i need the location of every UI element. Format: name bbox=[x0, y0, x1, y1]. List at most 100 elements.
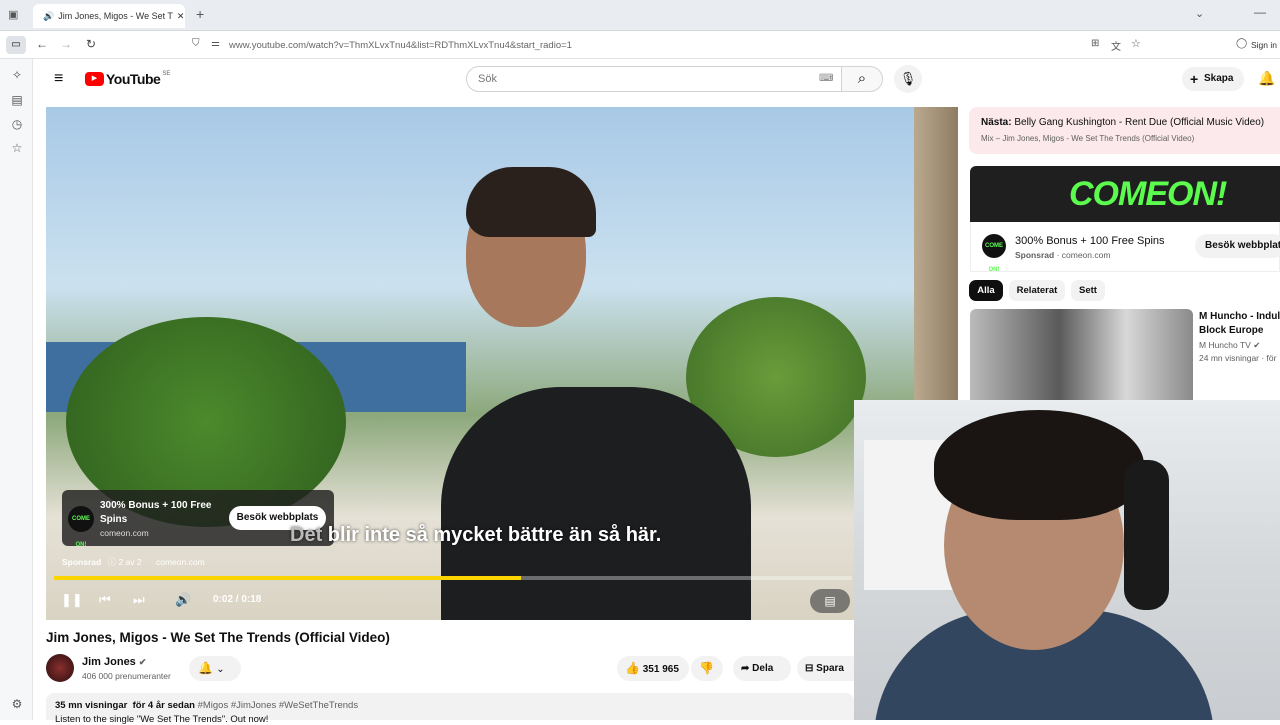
copilot-icon[interactable]: ✧ bbox=[9, 67, 25, 83]
sponsor-domain[interactable]: comeon.com bbox=[156, 557, 205, 567]
chip-watched[interactable]: Sett bbox=[1071, 280, 1105, 301]
side-ad-title[interactable]: 300% Bonus + 100 Free Spins bbox=[1015, 235, 1165, 247]
side-ad-logo-icon: COME ON! bbox=[982, 234, 1006, 273]
next-icon[interactable]: ⏭ bbox=[133, 592, 145, 608]
like-count: 351 965 bbox=[642, 664, 679, 675]
related-video-channel[interactable]: M Huncho TV ✔ bbox=[1199, 340, 1260, 351]
menu-hamburger-icon[interactable]: ≡ bbox=[54, 70, 63, 88]
new-tab-icon[interactable]: + bbox=[196, 6, 204, 22]
up-next-label: Nästa: bbox=[981, 117, 1012, 128]
webcam-person-hair bbox=[934, 410, 1144, 520]
settings-gear-icon[interactable]: ⚙ bbox=[9, 696, 25, 712]
share-button[interactable]: ➦ Dela bbox=[733, 656, 791, 681]
site-settings-icon[interactable]: ⚌ bbox=[211, 38, 220, 49]
related-verified-icon: ✔ bbox=[1253, 340, 1261, 350]
side-visit-site-button[interactable]: Besök webbplats bbox=[1195, 234, 1280, 258]
bookmark-star-icon[interactable]: ☆ bbox=[1131, 37, 1141, 50]
notifications-bell-icon[interactable]: 🔔 bbox=[1258, 70, 1275, 87]
youtube-wordmark: YouTube bbox=[106, 71, 161, 87]
related-video-title-1[interactable]: M Huncho - Indulg bbox=[1199, 310, 1280, 324]
url-field[interactable]: www.youtube.com/watch?v=ThmXLvxTnu4&list… bbox=[229, 40, 572, 51]
create-button[interactable]: + Skapa bbox=[1182, 67, 1244, 91]
youtube-logo[interactable]: ▶ YouTube SE bbox=[85, 71, 170, 87]
related-channel-name: M Huncho TV bbox=[1199, 340, 1251, 350]
related-video-title-2[interactable]: Block Europe bbox=[1199, 324, 1280, 338]
history-icon[interactable]: ◷ bbox=[9, 116, 25, 132]
volume-icon[interactable]: 🔊 bbox=[175, 592, 191, 608]
side-ad-sponsored: Sponsrad bbox=[1015, 250, 1055, 260]
favorites-icon[interactable]: ☆ bbox=[9, 140, 25, 156]
browser-sidebar: ✧ ▤ ◷ ☆ ⚙ bbox=[0, 59, 33, 720]
up-next-title[interactable]: Nästa: Belly Gang Kushington - Rent Due … bbox=[981, 117, 1264, 128]
youtube-play-icon: ▶ bbox=[85, 72, 104, 86]
reload-icon[interactable]: ↻ bbox=[86, 37, 96, 51]
search-button[interactable]: ⌕ bbox=[841, 66, 883, 92]
caption-dim-word: Det bbox=[290, 524, 323, 546]
chip-related[interactable]: Relaterat bbox=[1009, 280, 1065, 301]
subscriber-count: 406 000 prenumeranter bbox=[82, 671, 171, 681]
progress-bar[interactable] bbox=[54, 576, 852, 580]
translate-icon[interactable]: 文 bbox=[1111, 38, 1121, 53]
sidebar-toggle-icon[interactable]: ▭ bbox=[6, 36, 26, 54]
like-button[interactable]: 👍 351 965 bbox=[617, 656, 689, 681]
info-icon[interactable]: ⓘ bbox=[108, 557, 117, 567]
side-ad-domain: comeon.com bbox=[1061, 250, 1111, 260]
speaker-icon[interactable]: 🔊 bbox=[43, 11, 54, 22]
microphone-icon: 🎙 bbox=[899, 71, 917, 86]
up-next-card[interactable] bbox=[969, 107, 1280, 154]
search-icon: ⌕ bbox=[857, 70, 867, 87]
dislike-button[interactable]: 👎 bbox=[691, 656, 723, 681]
video-scene-person-hair bbox=[466, 167, 596, 237]
comeon-logo-icon: COME ON! bbox=[68, 506, 94, 548]
browser-tab[interactable]: 🔊 Jim Jones, Migos - We Set T ✕ bbox=[33, 4, 185, 28]
related-video-thumbnail[interactable] bbox=[970, 309, 1193, 400]
up-next-mix: Mix – Jim Jones, Migos - We Set The Tren… bbox=[981, 134, 1195, 143]
create-label: Skapa bbox=[1204, 73, 1234, 84]
install-app-icon[interactable]: ⊞ bbox=[1091, 38, 1099, 49]
browser-tabbar: ▣ 🔊 Jim Jones, Migos - We Set T ✕ + ⌄ — bbox=[0, 0, 1280, 31]
chevron-down-icon: ⌄ bbox=[216, 664, 225, 675]
up-next-video-title: Belly Gang Kushington - Rent Due (Offici… bbox=[1014, 117, 1265, 128]
ad-title[interactable]: 300% Bonus + 100 Free Spins bbox=[100, 499, 225, 527]
close-tab-icon[interactable]: ✕ bbox=[177, 11, 185, 22]
ad-counter: 2 av 2 bbox=[118, 557, 142, 567]
channel-name[interactable]: Jim Jones ✔ bbox=[82, 656, 146, 668]
related-video-meta: 24 mn visningar · för bbox=[1199, 353, 1277, 363]
channel-name-text: Jim Jones bbox=[82, 656, 136, 668]
description-box[interactable]: 35 mn visningar för 4 år sedan #Migos #J… bbox=[46, 693, 854, 725]
account-icon[interactable]: ◯ bbox=[1236, 38, 1247, 49]
ad-domain: comeon.com bbox=[100, 528, 149, 538]
thumbs-down-icon: 👎 bbox=[699, 661, 714, 675]
plus-icon: + bbox=[1190, 71, 1199, 87]
save-label: Spara bbox=[816, 663, 844, 674]
pause-icon[interactable]: ❚❚ bbox=[61, 592, 83, 608]
previous-icon[interactable]: ⏮ bbox=[99, 592, 111, 608]
channel-avatar[interactable] bbox=[46, 654, 74, 682]
save-button[interactable]: ⊟ Spara bbox=[797, 656, 854, 681]
keyboard-icon[interactable]: ⌨ bbox=[819, 73, 833, 84]
minimize-icon[interactable]: — bbox=[1254, 5, 1266, 19]
subtitles-button[interactable]: ▤ bbox=[810, 589, 850, 613]
forward-icon[interactable]: → bbox=[60, 37, 72, 51]
webcam-overlay bbox=[854, 400, 1280, 720]
share-icon: ➦ bbox=[741, 663, 750, 674]
tab-overview-icon[interactable]: ▣ bbox=[8, 8, 18, 21]
thumbs-up-icon: 👍 bbox=[625, 661, 640, 675]
sponsored-label: Sponsrad bbox=[62, 557, 102, 567]
shield-icon[interactable]: ⛉ bbox=[192, 38, 200, 49]
search-input[interactable]: Sök bbox=[466, 66, 842, 92]
view-count: 35 mn visningar bbox=[55, 700, 128, 711]
banner-brand-text: COMEON! bbox=[1069, 175, 1227, 213]
hashtags[interactable]: #Migos #JimJones #WeSetTheTrends bbox=[198, 700, 359, 711]
time-display: 0:02 / 0:18 bbox=[213, 594, 262, 605]
subscription-bell-button[interactable]: 🔔 ⌄ bbox=[189, 656, 241, 681]
voice-search-button[interactable]: 🎙 bbox=[894, 65, 922, 93]
chip-all[interactable]: Alla bbox=[969, 280, 1003, 301]
verified-icon: ✔ bbox=[138, 657, 147, 667]
sign-in-link[interactable]: Sign in bbox=[1251, 40, 1277, 50]
share-label: Dela bbox=[752, 663, 774, 674]
upload-age: för 4 år sedan bbox=[132, 700, 195, 711]
tab-list-chevron-icon[interactable]: ⌄ bbox=[1195, 7, 1204, 20]
reading-list-icon[interactable]: ▤ bbox=[9, 92, 25, 108]
back-icon[interactable]: ← bbox=[36, 37, 48, 51]
